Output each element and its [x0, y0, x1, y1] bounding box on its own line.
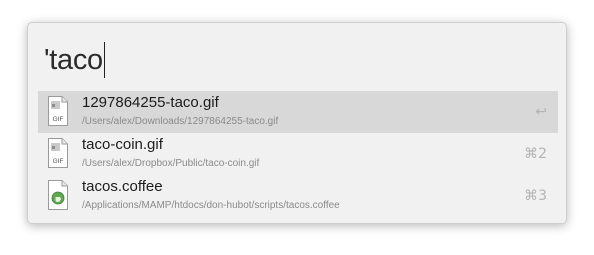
launcher-window: 'taco GIF 1297864255-taco.gif /Users/ale… [27, 22, 567, 224]
icon-label: GIF [53, 116, 64, 123]
result-item-1[interactable]: GIF 1297864255-taco.gif /Users/alex/Down… [38, 91, 558, 133]
result-title: tacos.coffee [82, 178, 163, 195]
results-list: GIF 1297864255-taco.gif /Users/alex/Down… [38, 91, 558, 217]
gif-file-icon: GIF [48, 96, 68, 126]
text-caret [103, 42, 105, 78]
result-title: taco-coin.gif [82, 136, 163, 153]
result-title: 1297864255-taco.gif [82, 94, 219, 111]
gif-file-icon: GIF [48, 138, 68, 168]
search-query[interactable]: 'taco [44, 37, 103, 83]
icon-label: GIF [53, 158, 64, 165]
result-path: /Users/alex/Dropbox/Public/taco-coin.gif [82, 158, 260, 169]
coffee-file-icon [48, 180, 68, 210]
cmd-3-shortcut: ⌘3 [524, 188, 547, 204]
result-item-3[interactable]: tacos.coffee /Applications/MAMP/htdocs/d… [38, 175, 558, 217]
result-path: /Applications/MAMP/htdocs/don-hubot/scri… [82, 200, 340, 211]
result-path: /Users/alex/Downloads/1297864255-taco.gi… [82, 116, 279, 127]
return-key-shortcut: ↩ [535, 104, 547, 120]
result-item-2[interactable]: GIF taco-coin.gif /Users/alex/Dropbox/Pu… [38, 133, 558, 175]
search-field[interactable]: 'taco [44, 37, 544, 83]
cmd-2-shortcut: ⌘2 [524, 146, 547, 162]
